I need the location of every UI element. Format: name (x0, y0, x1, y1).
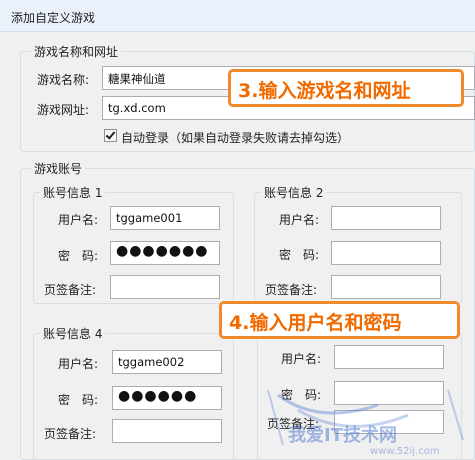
account-4-note-label: 页签备注: (44, 427, 97, 441)
account-2-note-field[interactable] (331, 275, 441, 299)
account-1-title: 账号信息 1 (40, 184, 106, 201)
window-titlebar[interactable]: 添加自定义游戏 (0, 0, 475, 32)
callout-step4: 4.输入用户名和密码 (219, 301, 460, 339)
auto-login-checkbox[interactable] (104, 129, 117, 142)
watermark-text: 我爱IT技术网 (288, 425, 397, 446)
account-4-username-label: 用户名: (58, 357, 99, 371)
account-3-username-field[interactable] (334, 345, 444, 369)
account-4-note-field[interactable] (112, 419, 222, 443)
auto-login-label[interactable]: 自动登录（如果自动登录失败请去掉勾选） (121, 129, 349, 146)
callout-step3: 3.输入游戏名和网址 (228, 69, 464, 107)
account-1-username-field[interactable]: tggame001 (110, 206, 220, 230)
game-name-label: 游戏名称: (37, 73, 90, 87)
account-1-password-label: 密 码: (58, 249, 99, 263)
account-2-title: 账号信息 2 (261, 184, 327, 201)
window-title: 添加自定义游戏 (11, 11, 96, 25)
account-4-username-field[interactable]: tggame002 (112, 350, 222, 374)
account-3-username-label: 用户名: (281, 352, 322, 366)
account-4-password-label: 密 码: (58, 393, 99, 407)
account-1-note-label: 页签备注: (44, 283, 97, 297)
account-1-note-field[interactable] (110, 275, 220, 299)
account-2-note-label: 页签备注: (265, 283, 318, 297)
account-1-username-label: 用户名: (58, 213, 99, 227)
game-url-label: 游戏网址: (37, 103, 90, 117)
accounts-group-title: 游戏账号 (31, 160, 86, 177)
account-1-password-field[interactable]: ●●●●●●● (110, 241, 220, 265)
account-2-password-label: 密 码: (279, 248, 320, 262)
account-2-username-label: 用户名: (279, 213, 320, 227)
account-4-password-field[interactable]: ●●●●●● (112, 386, 222, 410)
account-2-password-field[interactable] (331, 241, 441, 265)
watermark-url: www.52ij.com (370, 446, 440, 457)
checkmark-icon (105, 129, 116, 140)
account-4-title: 账号信息 4 (40, 325, 106, 342)
game-info-group-title: 游戏名称和网址 (31, 43, 122, 60)
watermark: 我爱IT技术网 www.52ij.com (258, 385, 475, 460)
account-2-username-field[interactable] (331, 206, 441, 230)
